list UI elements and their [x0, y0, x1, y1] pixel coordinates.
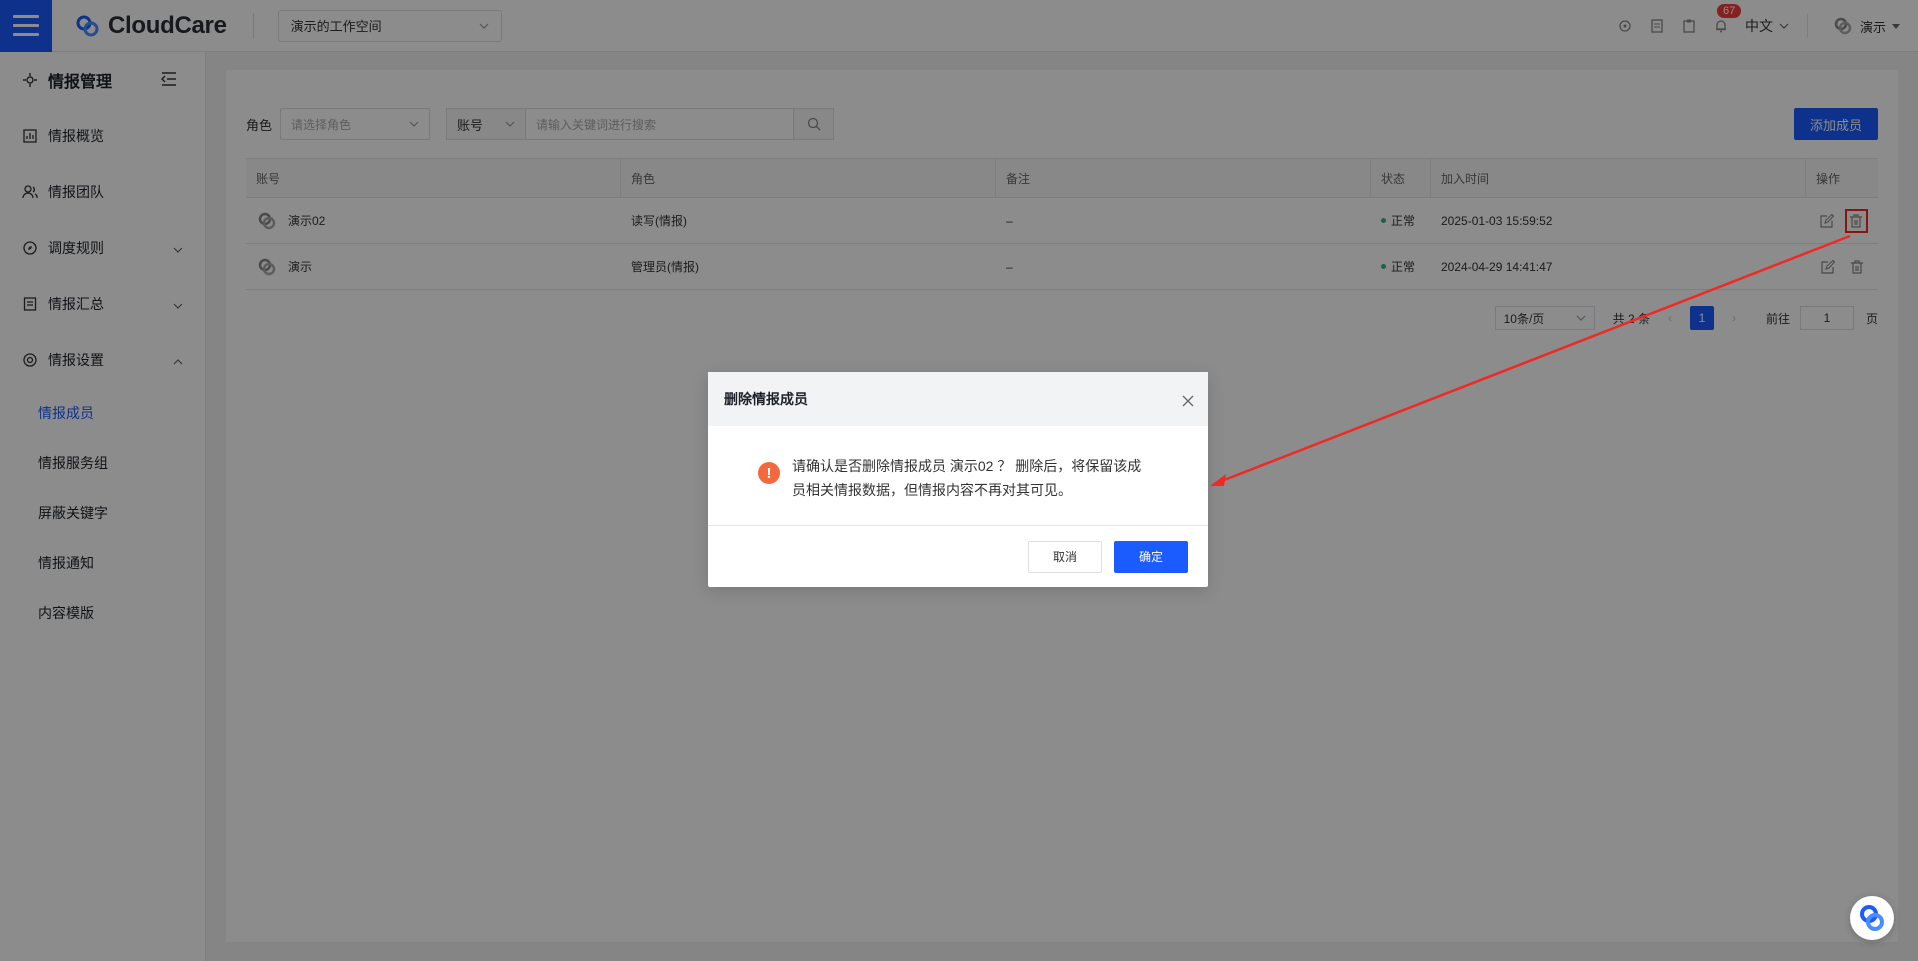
cloudcare-logo-icon — [1860, 905, 1884, 931]
delete-member-dialog: 删除情报成员 ! 请确认是否删除情报成员 演示02 ？ 删除后，将保留该成员相关… — [708, 372, 1208, 587]
dialog-header: 删除情报成员 — [708, 372, 1208, 426]
confirm-button[interactable]: 确定 — [1114, 540, 1188, 573]
dialog-footer: 取消 确定 — [708, 526, 1208, 587]
assistant-button[interactable] — [1850, 896, 1894, 940]
close-icon[interactable] — [1182, 394, 1194, 407]
dialog-title: 删除情报成员 — [724, 391, 808, 407]
dialog-body: ! 请确认是否删除情报成员 演示02 ？ 删除后，将保留该成员相关情报数据，但情… — [708, 426, 1208, 526]
dialog-message: 请确认是否删除情报成员 演示02 ？ 删除后，将保留该成员相关情报数据，但情报内… — [792, 458, 1142, 498]
cancel-button[interactable]: 取消 — [1028, 540, 1102, 573]
warning-icon: ! — [758, 462, 780, 484]
